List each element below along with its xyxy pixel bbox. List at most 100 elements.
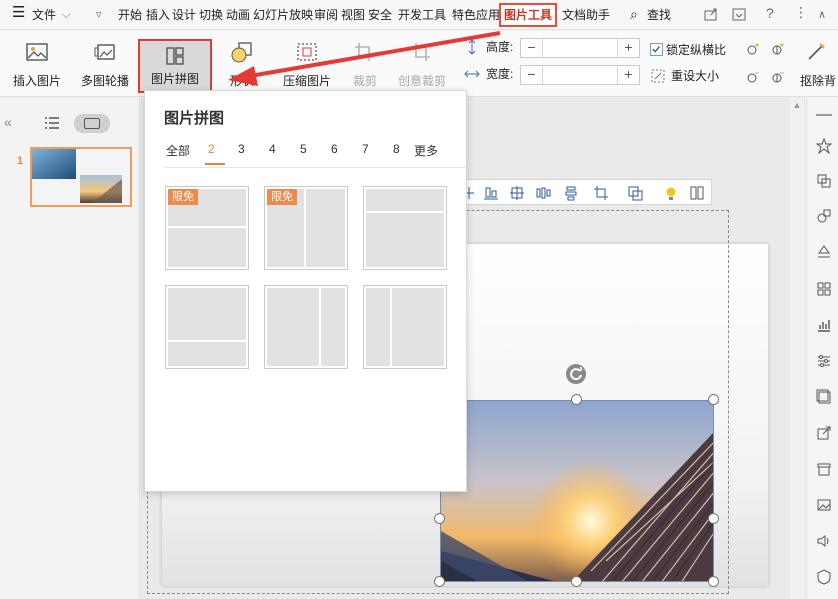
lock-aspect-ratio-checkbox[interactable] xyxy=(650,43,663,56)
multi-picture-carousel-button[interactable]: 多图轮播 xyxy=(74,37,136,93)
picture-pane-icon[interactable] xyxy=(816,497,832,513)
tab-all[interactable]: 全部 xyxy=(166,142,190,159)
tab-insert[interactable]: 插入 xyxy=(146,6,170,24)
rotate-handle[interactable] xyxy=(566,364,586,384)
hamburger-menu-icon[interactable]: ☰ xyxy=(12,4,25,22)
compress-picture-button[interactable]: 压缩图片 xyxy=(278,37,336,93)
collage-cell xyxy=(366,189,444,211)
chart-icon[interactable] xyxy=(816,317,832,333)
creative-crop-button[interactable]: 创意裁剪 xyxy=(393,37,451,93)
tab-2-images[interactable]: 2 xyxy=(208,142,215,156)
slide-thumbnail[interactable] xyxy=(30,147,132,207)
height-field[interactable]: − + xyxy=(520,38,640,58)
increase-width-button[interactable]: + xyxy=(617,66,639,84)
collage-template-horizontal-split[interactable]: 限免 xyxy=(165,186,249,270)
collapse-ribbon-icon[interactable] xyxy=(731,6,747,22)
tab-slideshow[interactable]: 幻灯片放映 xyxy=(253,6,313,24)
collapse-panel-icon[interactable]: « xyxy=(4,114,12,130)
collage-template-vertical-split[interactable]: 限免 xyxy=(264,186,348,270)
decrease-height-button[interactable]: − xyxy=(521,39,543,57)
collage-template-left-strip[interactable] xyxy=(363,285,447,369)
tab-6-images[interactable]: 6 xyxy=(331,142,338,156)
contrast-decrease-icon[interactable] xyxy=(770,69,786,85)
tab-security[interactable]: 安全 xyxy=(368,6,392,24)
export-icon[interactable] xyxy=(816,425,832,441)
smart-suggestion-icon[interactable] xyxy=(663,185,679,201)
image-library-icon[interactable] xyxy=(816,389,832,405)
collage-cell xyxy=(306,189,345,267)
contrast-increase-icon[interactable] xyxy=(770,41,786,57)
brightness-decrease-icon[interactable] xyxy=(745,69,761,85)
tab-design[interactable]: 设计 xyxy=(172,6,196,24)
resize-handle-top[interactable] xyxy=(571,394,582,405)
drag-handle-icon[interactable] xyxy=(816,114,832,116)
fill-icon[interactable] xyxy=(816,243,832,259)
file-menu[interactable]: 文件 xyxy=(32,6,56,24)
audio-icon[interactable] xyxy=(816,533,832,549)
more-icon[interactable]: ⋮ xyxy=(794,3,808,21)
collage-template-right-strip[interactable] xyxy=(264,285,348,369)
help-icon[interactable]: ? xyxy=(766,4,774,22)
resize-handle-top-right[interactable] xyxy=(708,394,719,405)
tab-picture-tools[interactable]: 图片工具 xyxy=(499,3,558,27)
increase-height-button[interactable]: + xyxy=(617,39,639,57)
archive-icon[interactable] xyxy=(816,461,832,477)
distribute-vertical-icon[interactable] xyxy=(563,185,579,201)
carousel-icon xyxy=(94,44,115,60)
more-options-icon[interactable] xyxy=(689,185,705,201)
distribute-horizontal-icon[interactable] xyxy=(535,185,551,201)
grid-icon[interactable] xyxy=(816,281,832,297)
tab-animation[interactable]: 动画 xyxy=(226,6,250,24)
search-button[interactable]: 查找 xyxy=(647,6,671,24)
replace-picture-icon[interactable] xyxy=(627,185,643,201)
collage-template-bottom-strip[interactable] xyxy=(165,285,249,369)
search-icon[interactable]: ⌕ xyxy=(630,5,638,23)
crop-button[interactable]: 裁剪 xyxy=(345,37,385,93)
tab-transition[interactable]: 切换 xyxy=(199,6,223,24)
tab-5-images[interactable]: 5 xyxy=(300,142,307,156)
insert-picture-button[interactable]: 插入图片 xyxy=(4,37,70,93)
quick-access-dropdown-icon[interactable]: ▿ xyxy=(96,6,102,24)
align-bottom-icon[interactable] xyxy=(483,185,499,201)
reset-size-button[interactable]: 重设大小 xyxy=(671,66,719,86)
tab-doc-assistant[interactable]: 文档助手 xyxy=(562,6,610,24)
resize-handle-bottom[interactable] xyxy=(571,576,582,587)
tab-developer[interactable]: 开发工具 xyxy=(398,6,446,24)
tab-4-images[interactable]: 4 xyxy=(269,142,276,156)
collage-template-top-strip[interactable] xyxy=(363,186,447,270)
star-icon[interactable] xyxy=(816,138,832,154)
decrease-width-button[interactable]: − xyxy=(521,66,543,84)
tab-more[interactable]: 更多 xyxy=(414,142,438,159)
thumbnail-view-toggle[interactable] xyxy=(74,114,110,133)
brightness-increase-icon[interactable] xyxy=(745,41,761,57)
tab-3-images[interactable]: 3 xyxy=(238,142,245,156)
tab-8-images[interactable]: 8 xyxy=(393,142,400,156)
resize-handle-right[interactable] xyxy=(708,513,719,524)
tab-home[interactable]: 开始 xyxy=(118,6,142,24)
width-field[interactable]: − + xyxy=(520,65,640,85)
tab-7-images[interactable]: 7 xyxy=(362,142,369,156)
tab-special[interactable]: 特色应用 xyxy=(452,6,500,24)
chevron-down-icon[interactable]: ⌵ xyxy=(62,6,70,24)
align-center-icon[interactable] xyxy=(509,185,525,201)
resize-handle-bottom-right[interactable] xyxy=(708,576,719,587)
resize-handle-bottom-left[interactable] xyxy=(434,576,445,587)
outline-view-icon[interactable] xyxy=(44,116,60,130)
chevron-up-icon[interactable]: ∧ xyxy=(818,6,826,24)
resize-handle-left[interactable] xyxy=(434,513,445,524)
shield-icon[interactable] xyxy=(816,569,832,585)
shape-button[interactable]: 形状 xyxy=(220,37,264,93)
selected-picture[interactable] xyxy=(440,400,714,582)
picture-collage-button[interactable]: 图片拼图 xyxy=(138,39,212,93)
scroll-up-icon[interactable]: ▲ xyxy=(792,100,802,110)
vertical-scrollbar[interactable]: ▲ xyxy=(790,98,804,599)
copy-style-icon[interactable] xyxy=(816,173,832,189)
checkmark-icon xyxy=(652,46,660,53)
tab-review[interactable]: 审阅 xyxy=(314,6,338,24)
tab-view[interactable]: 视图 xyxy=(341,6,365,24)
share-icon[interactable] xyxy=(703,6,719,22)
crop-picture-icon[interactable] xyxy=(593,185,609,201)
remove-background-button[interactable]: 抠除背 xyxy=(796,37,838,93)
adjust-icon[interactable] xyxy=(816,353,832,369)
shapes-icon[interactable] xyxy=(816,208,832,224)
